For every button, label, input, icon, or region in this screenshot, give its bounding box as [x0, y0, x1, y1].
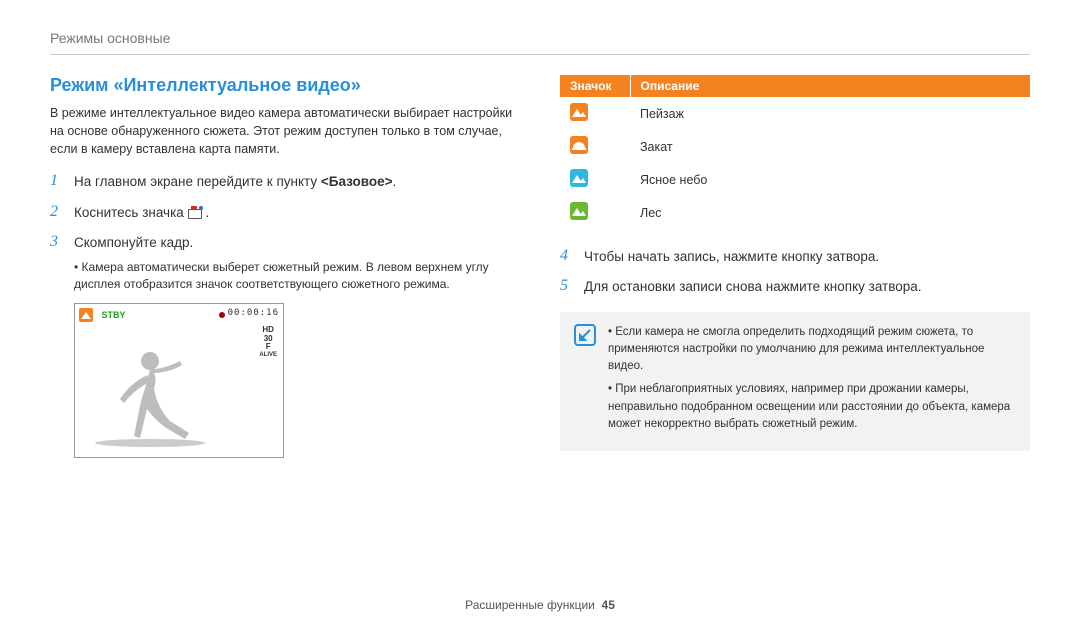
step-1-body: На главном экране перейдите к пункту <Ба…: [74, 172, 520, 192]
intro-text: В режиме интеллектуальное видео камера а…: [50, 104, 520, 158]
note-box: Если камера не смогла определить подходя…: [560, 312, 1030, 452]
step-number: 1: [50, 172, 64, 190]
row-label: Ясное небо: [630, 163, 1030, 196]
sunset-icon: [570, 136, 588, 154]
step-1-bold: <Базовое>: [321, 174, 393, 189]
section-title: Режим «Интеллектуальное видео»: [50, 75, 520, 96]
footer-page: 45: [602, 598, 615, 612]
preview-right-badges: HD 30 F ALIVE: [259, 326, 277, 359]
note-body: Если камера не смогла определить подходя…: [608, 324, 1016, 440]
row-label: Лес: [630, 196, 1030, 229]
table-row: Пейзаж: [560, 97, 1030, 130]
step-1-pre: На главном экране перейдите к пункту: [74, 174, 321, 189]
step-number: 3: [50, 233, 64, 251]
th-icon: Значок: [560, 75, 630, 97]
camera-preview-screenshot: STBY 00:00:16 HD 30 F ALIVE: [74, 303, 284, 458]
steps-list-right: 4 Чтобы начать запись, нажмите кнопку за…: [560, 247, 1030, 298]
table-row: Лес: [560, 196, 1030, 229]
divider: [50, 54, 1030, 55]
skater-figure-icon: [90, 341, 220, 451]
record-dot-icon: [219, 312, 225, 318]
timecode: 00:00:16: [228, 308, 279, 318]
table-row: Закат: [560, 130, 1030, 163]
step-2-pre: Коснитесь значка: [74, 205, 188, 220]
step-3-sub: Камера автоматически выберет сюжетный ре…: [74, 259, 520, 293]
step-number: 5: [560, 277, 574, 295]
left-column: Режим «Интеллектуальное видео» В режиме …: [50, 75, 520, 458]
step-2-body: Коснитесь значка .: [74, 203, 520, 223]
right-column: Значок Описание Пейзаж Закат Ясное небо: [560, 75, 1030, 458]
forest-icon: [570, 202, 588, 220]
step-number: 4: [560, 247, 574, 265]
page-footer: Расширенные функции 45: [0, 598, 1080, 612]
step-3-body: Скомпонуйте кадр. Камера автоматически в…: [74, 233, 520, 293]
landscape-icon: [570, 103, 588, 121]
note-item: При неблагоприятных условиях, например п…: [608, 381, 1016, 433]
scene-icon: [79, 308, 93, 322]
step-5-body: Для остановки записи снова нажмите кнопк…: [584, 277, 1030, 297]
row-label: Пейзаж: [630, 97, 1030, 130]
alive-badge: ALIVE: [259, 352, 277, 359]
info-icon: [574, 324, 596, 346]
f-badge: F: [259, 343, 277, 352]
note-item: Если камера не смогла определить подходя…: [608, 324, 1016, 376]
step-1-post: .: [393, 174, 397, 189]
table-row: Ясное небо: [560, 163, 1030, 196]
scene-icon-table: Значок Описание Пейзаж Закат Ясное небо: [560, 75, 1030, 229]
chapter-title: Режимы основные: [50, 30, 1030, 46]
stby-label: STBY: [102, 310, 126, 320]
step-2-post: .: [206, 205, 210, 220]
th-desc: Описание: [630, 75, 1030, 97]
steps-list-left: 1 На главном экране перейдите к пункту <…: [50, 172, 520, 292]
step-4-body: Чтобы начать запись, нажмите кнопку затв…: [584, 247, 1030, 267]
step-3-text: Скомпонуйте кадр.: [74, 235, 193, 250]
step-number: 2: [50, 203, 64, 221]
clearsky-icon: [570, 169, 588, 187]
footer-label: Расширенные функции: [465, 598, 595, 612]
smart-video-icon: [188, 206, 206, 220]
row-label: Закат: [630, 130, 1030, 163]
